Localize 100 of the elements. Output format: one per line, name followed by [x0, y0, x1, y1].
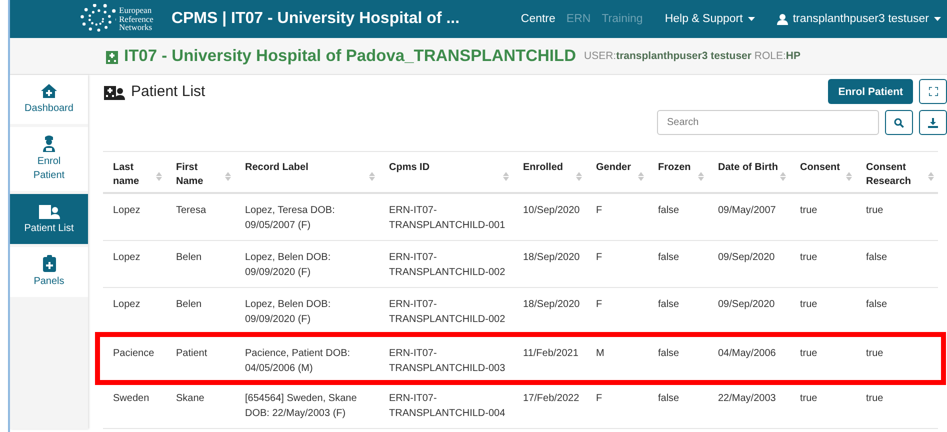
sort-icon	[928, 172, 934, 181]
download-button[interactable]	[919, 110, 947, 135]
table-cell: F	[596, 252, 602, 263]
user-role-text: USER:transplanthpuser3 testuser ROLE:HP	[584, 50, 800, 62]
table-cell: F	[596, 299, 602, 310]
table-cell: true	[866, 348, 884, 359]
nav-dropdown[interactable]: Help & Support	[664, 13, 755, 25]
table-cell: Lopez	[113, 205, 140, 216]
table-cell: ERN-IT07-TRANSPLANTCHILD-002	[389, 299, 506, 324]
table-cell: 18/Sep/2020	[523, 252, 580, 263]
table-cell: F	[596, 205, 602, 216]
sort-icon	[156, 172, 162, 181]
table-row[interactable]: Lopez Teresa Lopez, Teresa DOB: 09/05/2007 (F) ERN-IT07-TRANSPLANTCHILD-001 10/Sep/2020 F false 09/May/2007 true true	[103, 194, 938, 241]
table-cell: [654564] Sweden, Skane DOB: 22/May/2003 (F)	[245, 393, 357, 418]
table-cell: M	[596, 348, 604, 359]
table-cell: true	[800, 348, 818, 359]
table-cell: F	[596, 393, 602, 404]
table-cell: 09/Sep/2020	[718, 252, 775, 263]
column-header[interactable]: Frozen	[658, 161, 691, 175]
column-header[interactable]: Record Label	[245, 161, 308, 175]
fullscreen-button[interactable]	[919, 79, 947, 104]
table-row[interactable]: Lopez Belen Lopez, Belen DOB: 09/09/2020 (F) ERN-IT07-TRANSPLANTCHILD-002 18/Sep/2020 F false 09/Sep/2020 true false	[103, 241, 938, 288]
table-cell: false	[866, 299, 888, 310]
table-cell: ERN-IT07-TRANSPLANTCHILD-002	[389, 252, 506, 278]
hospital-user-icon	[103, 83, 125, 100]
table-cell: 10/Sep/2020	[523, 205, 580, 216]
table-row[interactable]: Sweden Skane [654564] Sweden, Skane DOB: 22/May/2003 (F) ERN-IT07-TRANSPLANTCHILD-004 17/Feb/2022 F false 22/May/2003 true true	[103, 382, 938, 429]
sidebar-item[interactable]: Panels	[10, 247, 88, 297]
column-header[interactable]: Consent	[800, 161, 840, 175]
column-header[interactable]: Enrolled	[523, 161, 564, 175]
column-header[interactable]: First Name	[176, 161, 225, 189]
sort-icon	[698, 172, 704, 181]
table-cell: true	[866, 205, 884, 216]
caret-icon	[934, 17, 941, 21]
sort-icon	[369, 172, 375, 181]
table-cell: false	[658, 393, 680, 404]
table-cell: true	[800, 252, 818, 263]
table-cell: Lopez, Belen DOB: 09/09/2020 (F)	[245, 252, 331, 278]
nurse-icon	[42, 135, 56, 152]
table-cell: true	[866, 393, 884, 404]
page-title: Patient List	[131, 83, 206, 100]
table-cell: true	[800, 205, 818, 216]
sort-icon	[576, 172, 582, 181]
home-icon	[40, 83, 58, 99]
search-button[interactable]	[885, 110, 913, 135]
table-cell: Skane	[176, 393, 204, 404]
table-cell: 09/Sep/2020	[718, 299, 775, 310]
table-cell: false	[658, 205, 680, 216]
table-cell: ERN-IT07-TRANSPLANTCHILD-003	[389, 348, 506, 374]
table-cell: true	[800, 299, 818, 310]
sidebar-item[interactable]: Enrol Patient	[10, 127, 88, 191]
column-header[interactable]: Last name	[113, 161, 156, 189]
nav-link[interactable]: Centre	[520, 13, 556, 25]
fullscreen-icon	[928, 87, 938, 96]
hospital-icon	[106, 48, 118, 64]
column-header[interactable]: Date of Birth	[718, 161, 778, 175]
table-cell: Lopez, Teresa DOB: 09/05/2007 (F)	[245, 205, 335, 230]
table-cell: false	[658, 299, 680, 310]
table-cell: ERN-IT07-TRANSPLANTCHILD-004	[389, 393, 506, 418]
user-icon	[776, 14, 788, 24]
caret-icon	[748, 17, 755, 21]
sidebar-item[interactable]: Dashboard	[10, 75, 88, 124]
table-row[interactable]: Lopez Belen Lopez, Belen DOB: 09/09/2020 (F) ERN-IT07-TRANSPLANTCHILD-002 18/Sep/2020 F false 09/Sep/2020 true false	[103, 288, 938, 335]
sort-icon	[225, 172, 231, 181]
hospital-user-icon	[38, 202, 60, 219]
sort-icon	[638, 172, 644, 181]
table-cell: 04/May/2006	[718, 348, 776, 359]
table-cell: Pacience, Patient DOB: 04/05/2006 (M)	[245, 348, 350, 374]
table-cell: Belen	[176, 299, 202, 310]
user-menu[interactable]: transplanthpuser3 testuser	[776, 13, 941, 25]
table-cell: false	[658, 348, 680, 359]
sort-icon	[503, 172, 509, 181]
table-cell: ERN-IT07-TRANSPLANTCHILD-001	[389, 205, 506, 230]
search-field[interactable]: Search	[657, 110, 879, 135]
table-cell: false	[866, 252, 888, 263]
clipboard-icon	[42, 255, 56, 272]
app-title: CPMS | IT07 - University Hospital of ...	[171, 10, 461, 28]
logo-text: European Reference Networks	[119, 6, 154, 32]
search-icon	[894, 118, 904, 128]
table-cell: Teresa	[176, 205, 206, 216]
column-header[interactable]: Consent Research	[866, 161, 928, 189]
table-cell: Sweden	[113, 393, 150, 404]
table-cell: false	[658, 252, 680, 263]
table-cell: Lopez	[113, 252, 140, 263]
table-cell: 17/Feb/2022	[523, 393, 580, 404]
table-cell: 18/Sep/2020	[523, 299, 580, 310]
sort-icon	[846, 172, 852, 181]
column-header[interactable]: Gender	[596, 161, 632, 175]
table-cell: true	[800, 393, 818, 404]
column-header[interactable]: Cpms ID	[389, 161, 430, 175]
sidebar-item[interactable]: Patient List	[10, 194, 88, 244]
table-cell: Lopez, Belen DOB: 09/09/2020 (F)	[245, 299, 331, 324]
table-row[interactable]: Pacience Patient Pacience, Patient DOB: 04/05/2006 (M) ERN-IT07-TRANSPLANTCHILD-003 11/Feb/2021 M false 04/May/2006 true true	[95, 332, 946, 385]
table-cell: Lopez	[113, 299, 140, 310]
network-logo-icon	[80, 4, 116, 34]
table-cell: 11/Feb/2021	[523, 348, 578, 359]
table-cell: Patient	[176, 348, 208, 359]
table-cell: 09/May/2007	[718, 205, 776, 216]
enrol-patient-button[interactable]: Enrol Patient	[828, 79, 913, 104]
table-cell: Pacience	[113, 348, 154, 359]
